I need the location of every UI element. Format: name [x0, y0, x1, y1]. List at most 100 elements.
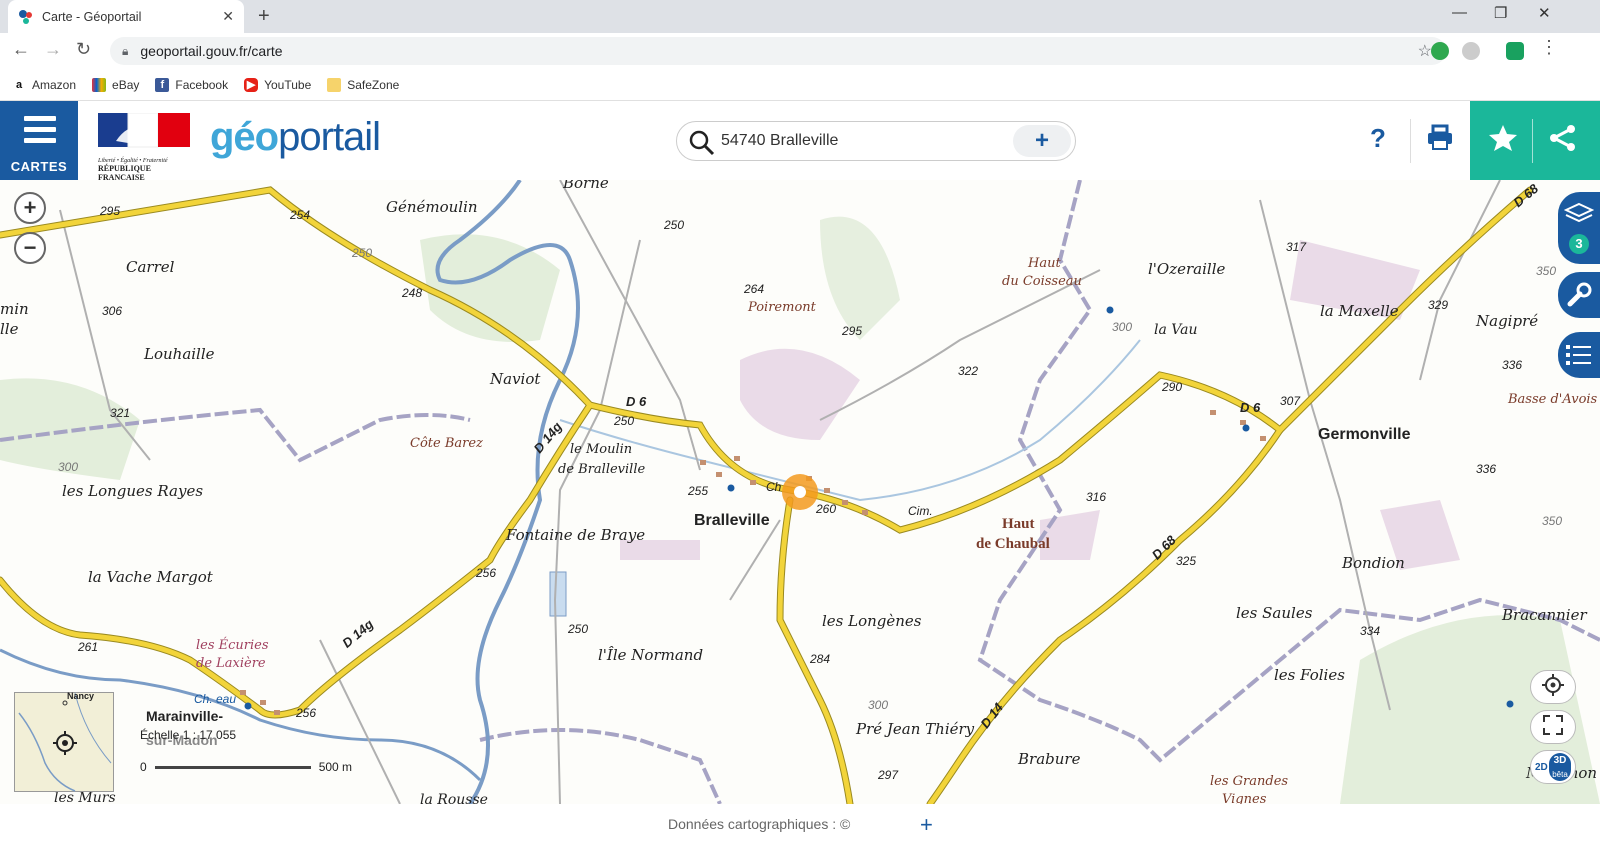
place-label: de Laxière	[196, 656, 266, 671]
bookmark-ebay[interactable]: eBay	[92, 77, 139, 92]
maximize-icon[interactable]: ❐	[1494, 4, 1507, 22]
place-label: Louhaille	[144, 345, 215, 363]
bookmark-safezone[interactable]: SafeZone	[327, 77, 399, 92]
place-label: les Longues Rayes	[62, 482, 204, 500]
altitude-label: 336	[1502, 358, 1523, 372]
place-label: Brabure	[1018, 750, 1081, 768]
altitude-label: 256	[296, 706, 317, 720]
overview-minimap[interactable]: Nancy	[14, 691, 114, 792]
youtube-icon: ▶	[244, 77, 259, 92]
print-icon[interactable]	[1426, 123, 1454, 156]
republique-francaise-logo[interactable]: Liberté • Égalité • Fraternité RÉPUBLIQU…	[98, 112, 190, 182]
mode-2d-label[interactable]: 2D	[1535, 762, 1548, 773]
help-button[interactable]: ?	[1370, 123, 1386, 154]
altitude-label: 321	[110, 406, 131, 420]
browser-tab[interactable]: Carte - Géoportail ✕	[8, 0, 244, 33]
road-label: D 6	[1240, 400, 1261, 415]
place-label: les Écuries	[196, 638, 269, 653]
bookmark-facebook[interactable]: f Facebook	[155, 77, 228, 92]
map-base-layer	[0, 180, 1600, 804]
cartes-menu-button[interactable]: CARTES	[0, 101, 78, 180]
altitude-label: 250	[352, 246, 373, 260]
zoom-in-button[interactable]: +	[14, 192, 46, 224]
altitude-label: 317	[1286, 240, 1307, 254]
tab-close-icon[interactable]: ✕	[222, 8, 234, 25]
altitude-label: 261	[78, 640, 99, 654]
place-label: l'Île Normand	[598, 646, 704, 664]
browser-menu-icon[interactable]: ⋮	[1540, 37, 1558, 58]
altitude-label: 250	[614, 414, 635, 428]
ebay-icon	[92, 77, 107, 92]
fullscreen-button[interactable]	[1530, 710, 1576, 744]
minimap-city-label: Nancy	[67, 691, 95, 701]
place-label: Côte Barez	[410, 436, 483, 451]
lock-icon: 🔒︎	[122, 43, 129, 58]
view-mode-toggle[interactable]: 2D 3D bêta	[1530, 750, 1576, 784]
place-label: la Vache Margot	[88, 568, 213, 586]
place-label: Naviot	[490, 370, 541, 388]
altitude-label: 264	[744, 282, 765, 296]
altitude-label: 350	[1542, 514, 1563, 528]
minimap-target-icon	[53, 731, 77, 760]
search-advanced-button[interactable]: +	[1013, 125, 1071, 157]
altitude-label: 334	[1360, 624, 1381, 638]
forward-icon[interactable]: →	[44, 39, 62, 60]
place-label: Nagipré	[1476, 312, 1539, 330]
tools-button[interactable]	[1558, 272, 1600, 318]
search-value: 54740 Bralleville	[721, 132, 839, 149]
drive-extension-icon[interactable]	[1462, 42, 1480, 60]
map-view[interactable]: Borne Génémoulin Carrel Louhaille Naviot…	[0, 180, 1600, 804]
place-label: Basse d'Avois	[1508, 392, 1598, 407]
road-label: D 6	[626, 394, 647, 409]
legend-button[interactable]	[1558, 332, 1600, 378]
altitude-label: 250	[568, 622, 589, 636]
bookmark-youtube[interactable]: ▶ YouTube	[244, 77, 311, 92]
layers-button[interactable]: 3	[1558, 192, 1600, 264]
place-label: Carrel	[126, 258, 175, 276]
bookmark-amazon[interactable]: a Amazon	[12, 78, 76, 92]
url-field[interactable]: 🔒︎ geoportail.gouv.fr/carte ☆	[110, 37, 1446, 65]
scale-end: 500 m	[318, 760, 353, 774]
place-label: les Grandes	[1210, 774, 1289, 789]
attribution-expand-button[interactable]: +	[920, 812, 933, 838]
altitude-label: 316	[1086, 490, 1107, 504]
window-close-icon[interactable]: ✕	[1538, 4, 1551, 22]
geolocate-button[interactable]	[1530, 670, 1576, 704]
fullscreen-icon	[1542, 714, 1564, 741]
share-icon[interactable]	[1548, 123, 1578, 158]
amazon-icon: a	[15, 78, 23, 91]
place-label: le Moulin	[570, 442, 633, 457]
favorites-star-icon[interactable]	[1488, 123, 1518, 158]
place-label: Bracannier	[1502, 606, 1587, 624]
mode-3d-button[interactable]: 3D bêta	[1549, 753, 1571, 781]
altitude-label: 350	[1536, 264, 1557, 278]
search-input[interactable]: 54740 Bralleville +	[676, 121, 1076, 161]
altitude-label: 306	[102, 304, 123, 318]
reload-icon[interactable]: ↻	[76, 39, 91, 60]
place-label: Génémoulin	[386, 198, 478, 216]
scale-bar: Échelle 1 : 17 055 0 500 m	[140, 728, 352, 774]
place-label: Cim.	[908, 504, 933, 518]
tab-title: Carte - Géoportail	[42, 9, 142, 24]
crosshair-icon	[1542, 673, 1564, 701]
bookmarks-bar: a Amazon eBay f Facebook ▶ YouTube SafeZone	[0, 69, 1600, 101]
wrench-icon	[1566, 282, 1592, 313]
zoom-out-button[interactable]: −	[14, 232, 46, 264]
bookmark-star-icon[interactable]: ☆	[1418, 41, 1432, 61]
minimize-icon[interactable]: —	[1452, 4, 1467, 21]
place-label-bralleville: Bralleville	[694, 512, 770, 529]
new-tab-button[interactable]: +	[258, 5, 270, 28]
folder-icon	[327, 77, 342, 92]
altitude-label: 336	[1476, 462, 1497, 476]
altitude-label: 300	[58, 460, 79, 474]
geoportail-logo[interactable]: géoportail	[210, 115, 381, 160]
back-icon[interactable]: ←	[12, 39, 30, 60]
shield-extension-icon[interactable]	[1506, 42, 1524, 60]
actions-divider	[1532, 119, 1533, 163]
hamburger-icon	[24, 116, 56, 149]
altitude-label: 307	[1280, 394, 1301, 408]
geoportail-favicon-icon	[18, 9, 34, 25]
altitude-label: 250	[664, 218, 685, 232]
adguard-extension-icon[interactable]	[1431, 42, 1449, 60]
place-label: la Maxelle	[1320, 302, 1399, 320]
